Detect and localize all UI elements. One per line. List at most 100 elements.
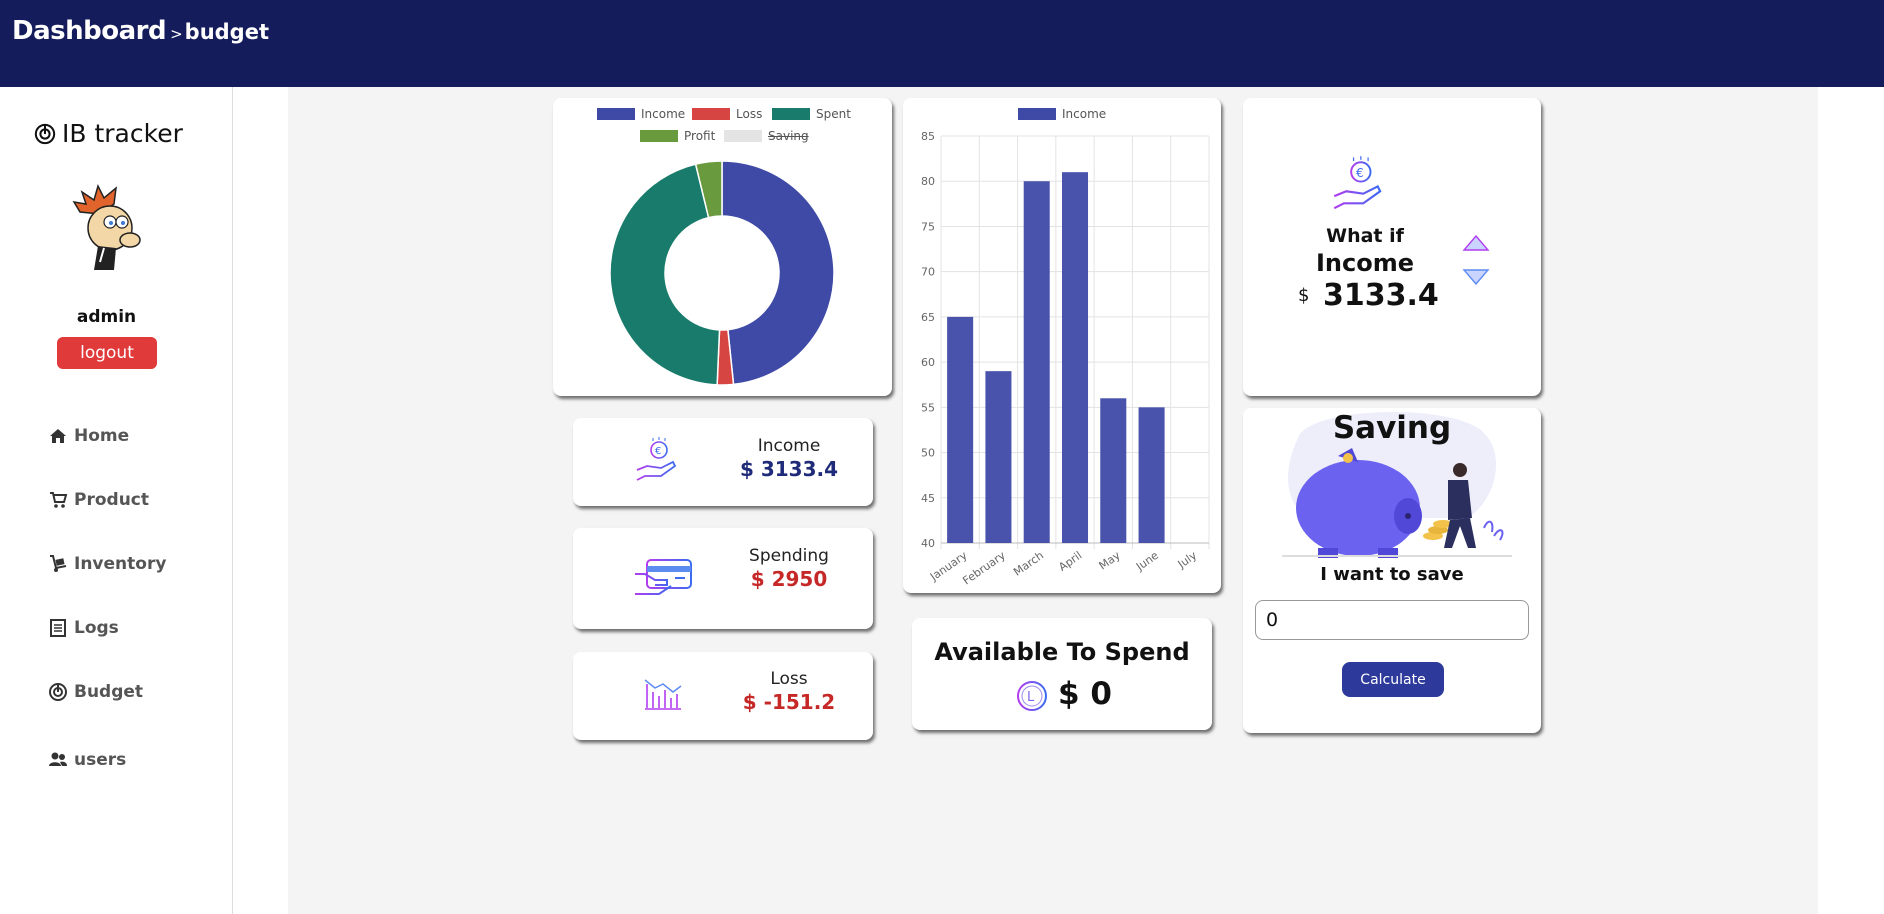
- legend-item-spent[interactable]: Spent: [772, 107, 851, 121]
- bar-june: [1138, 407, 1165, 543]
- breadcrumb: Dashboard >budget: [12, 16, 269, 46]
- available-title: Available To Spend: [934, 638, 1190, 666]
- y-tick-label: 55: [921, 401, 935, 414]
- legend-item-saving[interactable]: Saving: [724, 129, 809, 143]
- y-tick-label: 70: [921, 266, 935, 279]
- sidebar-item-label: Home: [74, 426, 130, 446]
- income-value: $ 3133.4: [739, 457, 839, 481]
- list-icon: [50, 619, 66, 637]
- main-content: Income Loss Spent Profit Saving € Income…: [288, 87, 1818, 914]
- dolly-icon: [50, 555, 67, 572]
- sidebar-item-users[interactable]: users: [48, 750, 126, 770]
- hand-coin-icon: €: [636, 437, 677, 481]
- sidebar-item-budget[interactable]: Budget: [48, 682, 143, 702]
- x-tick-label: June: [1133, 549, 1161, 574]
- cart-icon: [50, 492, 68, 508]
- saving-amount-input[interactable]: [1255, 600, 1529, 640]
- bar-april: [1061, 172, 1089, 543]
- y-tick-label: 45: [921, 492, 935, 505]
- coin-icon: L: [1017, 681, 1047, 711]
- income-label: Income: [757, 436, 821, 456]
- sidebar-item-inventory[interactable]: Inventory: [48, 554, 166, 574]
- y-tick-label: 80: [921, 175, 935, 188]
- chart-down-icon: [644, 679, 682, 710]
- legend-swatch: [640, 130, 678, 142]
- legend-swatch: [772, 108, 810, 120]
- whatif-currency: $: [1298, 285, 1310, 306]
- y-tick-label: 40: [921, 537, 935, 550]
- hand-coin-icon: €: [1333, 156, 1382, 210]
- legend-item-loss[interactable]: Loss: [692, 107, 762, 121]
- card-payment-icon: [635, 559, 692, 595]
- legend-item-income[interactable]: Income: [1018, 107, 1106, 121]
- spending-value: $ 2950: [750, 567, 828, 591]
- loss-card: Loss $ -151.2: [573, 652, 873, 740]
- x-tick-label: February: [960, 549, 1008, 586]
- breadcrumb-current: budget: [184, 20, 269, 44]
- available-card: Available To Spend L $ 0: [912, 618, 1212, 730]
- legend-label: Saving: [768, 129, 809, 143]
- sidebar: IB tracker admin logout Home Product Inv…: [0, 87, 233, 914]
- svg-text:L: L: [1027, 690, 1035, 705]
- sidebar-item-home[interactable]: Home: [48, 426, 129, 446]
- legend-item-profit[interactable]: Profit: [640, 129, 715, 143]
- bar-february: [985, 371, 1012, 543]
- sidebar-item-label: Logs: [74, 618, 119, 638]
- decrease-button[interactable]: [1462, 268, 1490, 286]
- increase-button[interactable]: [1462, 234, 1490, 252]
- loss-value: $ -151.2: [742, 690, 836, 714]
- income-card: € Income $ 3133.4: [573, 418, 873, 506]
- x-tick-label: May: [1097, 549, 1123, 573]
- legend-label: Spent: [816, 107, 851, 121]
- bar-chart: 40455055606570758085JanuaryFebruary March…: [921, 130, 1210, 586]
- legend-swatch: [1018, 108, 1056, 120]
- bar-may: [1100, 398, 1127, 543]
- loss-label: Loss: [770, 669, 808, 689]
- svg-text:€: €: [1356, 166, 1364, 180]
- breadcrumb-dashboard[interactable]: Dashboard: [12, 16, 167, 46]
- legend-swatch: [597, 108, 635, 120]
- saving-title: Saving: [1332, 410, 1452, 446]
- sidebar-item-label: Budget: [74, 682, 144, 702]
- legend-label: Income: [641, 107, 686, 121]
- sidebar-item-logs[interactable]: Logs: [48, 618, 119, 638]
- breadcrumb-separator: >: [170, 25, 183, 43]
- brand-name: IB tracker: [62, 119, 183, 148]
- donut-chart-card: Income Loss Spent Profit Saving: [553, 98, 892, 396]
- x-tick-label: March: [1011, 549, 1046, 579]
- sidebar-item-label: Inventory: [74, 554, 167, 574]
- legend-swatch: [692, 108, 730, 120]
- x-tick-label: July: [1175, 549, 1200, 572]
- y-tick-label: 60: [921, 356, 935, 369]
- sidebar-item-product[interactable]: Product: [48, 490, 149, 510]
- whatif-title: Income: [1315, 249, 1414, 277]
- avatar: [72, 183, 141, 270]
- spending-card: Spending $ 2950: [573, 528, 873, 629]
- bar-january: [947, 316, 974, 543]
- sidebar-item-label: users: [74, 750, 127, 770]
- calculate-button[interactable]: Calculate: [1342, 662, 1444, 697]
- x-tick-label: April: [1056, 549, 1084, 574]
- y-tick-label: 75: [921, 220, 935, 233]
- legend-item-income[interactable]: Income: [597, 107, 685, 121]
- users-icon: [49, 752, 67, 766]
- y-tick-label: 50: [921, 447, 935, 460]
- saving-prompt: I want to save: [1320, 564, 1464, 585]
- legend-label: Income: [1062, 107, 1107, 121]
- brand[interactable]: IB tracker: [34, 119, 183, 148]
- whatif-card: € What if Income $ 3133.4: [1243, 98, 1541, 396]
- legend-swatch: [724, 130, 762, 142]
- whatif-label: What if: [1326, 225, 1404, 247]
- top-bar: Dashboard >budget: [0, 0, 1884, 87]
- y-tick-label: 65: [921, 311, 935, 324]
- donut-slice-income: [721, 160, 835, 386]
- username: admin: [76, 307, 137, 327]
- donut-chart: [609, 160, 835, 386]
- sidebar-item-label: Product: [74, 490, 149, 510]
- logout-button[interactable]: logout: [57, 337, 157, 369]
- bar-chart-card: Income 40 45 50 55 60 65 70 75 80 85 January Februa…: [903, 98, 1221, 593]
- svg-text:€: €: [655, 446, 661, 457]
- legend-label: Profit: [684, 129, 716, 143]
- home-icon: [50, 429, 66, 443]
- bar-march: [1023, 181, 1050, 543]
